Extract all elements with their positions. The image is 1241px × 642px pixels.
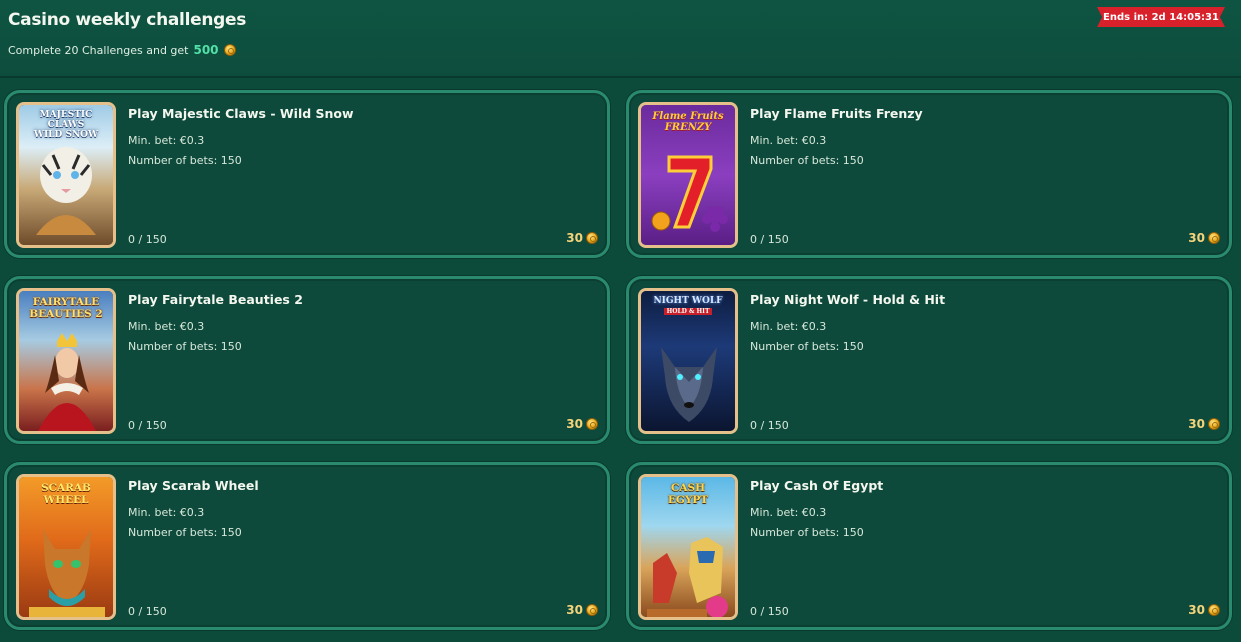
game-logo: Flame Fruits FRENZY [652,111,724,133]
min-bet-text: Min. bet: €0.3 [128,506,205,519]
subtitle-text: Complete 20 Challenges and get [8,43,189,57]
challenge-card[interactable]: FAIRYTALE BEAUTIES 2 Play Fairytale Beaut… [4,276,610,444]
game-logo: SCARAB WHEEL [41,482,91,506]
challenge-reward: 30 [1188,231,1220,245]
challenge-title: Play Flame Fruits Frenzy [750,106,923,121]
challenge-card[interactable]: MAJESTIC CLAWS WILD SNOW Play Majestic Cl… [4,90,610,258]
tiger-illustration [36,147,96,235]
challenge-title: Play Scarab Wheel [128,478,259,493]
coin-icon [1208,418,1220,430]
number-of-bets-text: Number of bets: 150 [750,154,864,167]
challenge-card[interactable]: Flame Fruits FRENZY Play Flame Fruits Fre… [626,90,1232,258]
challenge-reward: 30 [1188,417,1220,431]
challenge-progress: 0 / 150 [128,605,167,618]
number-of-bets-text: Number of bets: 150 [750,340,864,353]
game-thumbnail[interactable]: CASH EGYPT [638,474,738,620]
min-bet-text: Min. bet: €0.3 [750,134,827,147]
reward-amount: 30 [566,417,583,431]
wolf-illustration [661,347,717,422]
challenge-reward: 30 [566,603,598,617]
number-of-bets-text: Number of bets: 150 [128,340,242,353]
coin-icon [1208,604,1220,616]
reward-amount: 30 [566,231,583,245]
min-bet-text: Min. bet: €0.3 [128,320,205,333]
coin-icon [586,232,598,244]
game-thumbnail[interactable]: FAIRYTALE BEAUTIES 2 [16,288,116,434]
challenge-progress: 0 / 150 [750,419,789,432]
reward-amount: 30 [1188,231,1205,245]
number-of-bets-text: Number of bets: 150 [750,526,864,539]
challenges-grid: MAJESTIC CLAWS WILD SNOW Play Majestic Cl… [4,90,1232,630]
challenge-card[interactable]: CASH EGYPT Play Cash Of Egypt Min. bet: €… [626,462,1232,630]
min-bet-text: Min. bet: €0.3 [750,506,827,519]
challenge-title: Play Majestic Claws - Wild Snow [128,106,354,121]
coin-icon [223,44,236,56]
challenge-progress: 0 / 150 [750,605,789,618]
total-reward-amount: 500 [193,43,219,57]
challenge-title: Play Night Wolf - Hold & Hit [750,292,946,307]
challenges-subtitle: Complete 20 Challenges and get 500 [8,43,236,57]
game-logo: FAIRYTALE BEAUTIES 2 [29,296,103,320]
reward-amount: 30 [1188,417,1205,431]
challenge-progress: 0 / 150 [128,233,167,246]
coin-icon [586,418,598,430]
game-logo: NIGHT WOLF HOLD & HIT [653,296,723,315]
min-bet-text: Min. bet: €0.3 [128,134,205,147]
challenge-reward: 30 [566,231,598,245]
egypt-illustration [647,537,728,617]
game-thumbnail[interactable]: MAJESTIC CLAWS WILD SNOW [16,102,116,248]
reward-amount: 30 [566,603,583,617]
game-thumbnail[interactable]: NIGHT WOLF HOLD & HIT [638,288,738,434]
ends-in-badge: Ends in: 2d 14:05:31 [1097,7,1225,27]
game-thumbnail[interactable]: Flame Fruits FRENZY [638,102,738,248]
challenges-header: Casino weekly challenges Complete 20 Cha… [0,0,1241,78]
min-bet-text: Min. bet: €0.3 [750,320,827,333]
challenge-reward: 30 [1188,603,1220,617]
number-of-bets-text: Number of bets: 150 [128,154,242,167]
coin-icon [586,604,598,616]
cat-illustration [29,529,105,617]
queen-illustration [38,333,96,431]
challenge-progress: 0 / 150 [750,233,789,246]
page-title: Casino weekly challenges [8,10,247,30]
game-thumbnail[interactable]: SCARAB WHEEL [16,474,116,620]
challenge-card[interactable]: NIGHT WOLF HOLD & HIT Play Night Wolf - H… [626,276,1232,444]
coin-icon [1208,232,1220,244]
challenge-title: Play Fairytale Beauties 2 [128,292,303,307]
challenge-title: Play Cash Of Egypt [750,478,884,493]
seven-fruit-illustration [651,155,728,232]
number-of-bets-text: Number of bets: 150 [128,526,242,539]
challenge-progress: 0 / 150 [128,419,167,432]
challenge-reward: 30 [566,417,598,431]
challenge-card[interactable]: SCARAB WHEEL Play Scarab Wheel Min. bet: … [4,462,610,630]
reward-amount: 30 [1188,603,1205,617]
game-logo: CASH EGYPT [667,482,709,506]
